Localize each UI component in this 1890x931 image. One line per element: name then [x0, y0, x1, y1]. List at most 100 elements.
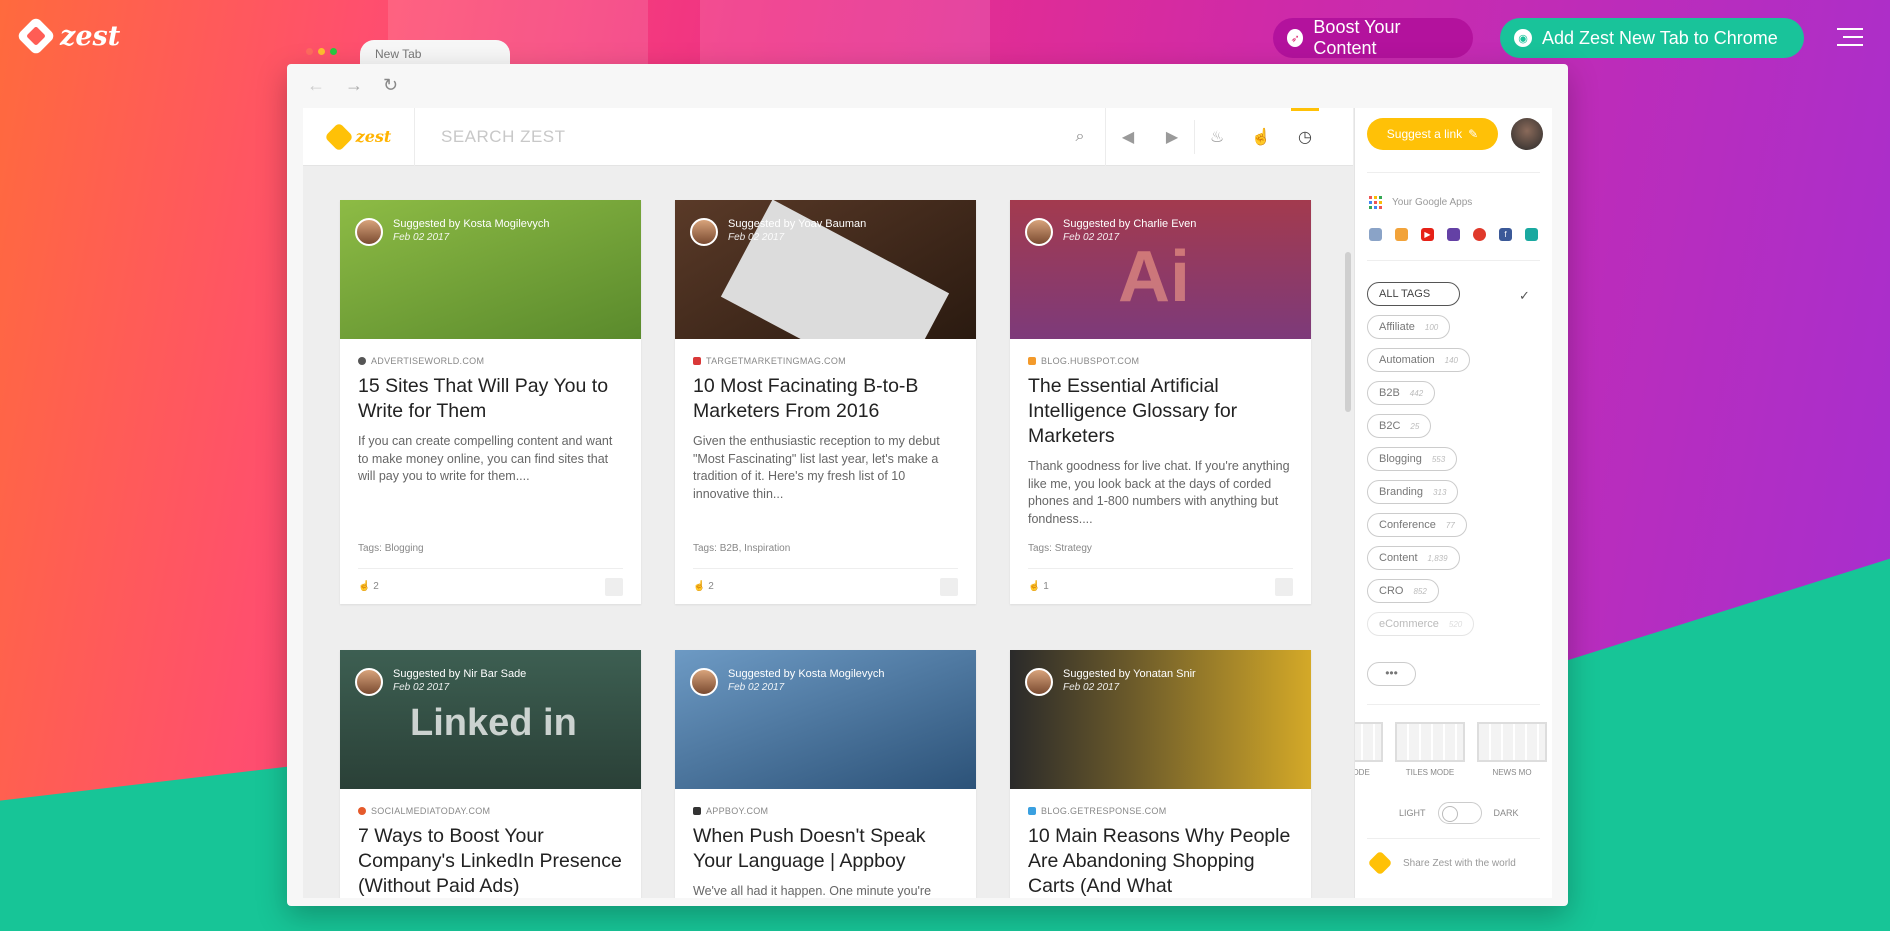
article-card[interactable]: Linked in Suggested by Nir Bar Sade Feb 0… — [340, 650, 641, 898]
boost-content-button[interactable]: ➶ Boost Your Content — [1273, 17, 1473, 58]
article-title[interactable]: 10 Most Facinating B-to-B Marketers From… — [693, 374, 958, 424]
reload-icon[interactable]: ↻ — [383, 75, 398, 96]
article-title[interactable]: 15 Sites That Will Pay You to Write for … — [358, 374, 623, 424]
tag-filter[interactable]: Affiliate 100 — [1367, 315, 1451, 339]
theme-switch: LIGHT DARK — [1399, 802, 1519, 824]
article-tags: Tags: Blogging — [358, 543, 424, 554]
pinterest-icon[interactable] — [1473, 228, 1486, 241]
article-source: ADVERTISEWORLD.COM — [371, 356, 485, 366]
clicks-hand-icon[interactable]: ☝ — [1239, 108, 1283, 166]
avatar — [355, 668, 383, 696]
play-icon[interactable]: ▶ — [1150, 108, 1194, 166]
browser-tab[interactable]: New Tab — [360, 40, 510, 66]
article-card[interactable]: Suggested by Yonatan Snir Feb 02 2017 BLO… — [1010, 650, 1311, 898]
more-tags-button[interactable]: ••• — [1367, 662, 1416, 686]
tag-filter[interactable]: Blogging 553 — [1367, 447, 1458, 471]
theme-toggle[interactable] — [1437, 802, 1482, 824]
facebook-icon[interactable]: f — [1499, 228, 1512, 241]
article-title[interactable]: When Push Doesn't Speak Your Language | … — [693, 824, 958, 874]
view-modes: ORE MODE TILES MODE NEWS MO — [1355, 722, 1547, 777]
suggest-link-button[interactable]: Suggest a link ✎ — [1367, 118, 1498, 150]
clicks-count: ☝ 2 — [358, 581, 379, 592]
app-logo-text: zest — [355, 127, 392, 146]
tag-filter[interactable]: Automation 140 — [1367, 348, 1471, 372]
app-shortcut-icon[interactable] — [1525, 228, 1538, 241]
user-avatar[interactable] — [1511, 118, 1543, 150]
suggest-link-label: Suggest a link — [1386, 127, 1463, 141]
theme-dark-label: DARK — [1493, 808, 1519, 818]
article-date: Feb 02 2017 — [728, 682, 785, 693]
app-shortcut-icon[interactable] — [1369, 228, 1382, 241]
article-image: Suggested by Yoav Bauman Feb 02 2017 — [675, 200, 976, 339]
background-decoration — [700, 0, 990, 64]
article-card[interactable]: Suggested by Kosta Mogilevych Feb 02 2017… — [675, 650, 976, 898]
article-source: BLOG.GETRESPONSE.COM — [1041, 806, 1167, 816]
avatar — [690, 218, 718, 246]
tag-link[interactable]: Blogging — [385, 543, 424, 554]
bookmark-icon[interactable] — [605, 578, 623, 596]
tag-filter[interactable]: B2C 25 — [1367, 414, 1432, 438]
share-zest[interactable]: Share Zest with the world — [1367, 850, 1516, 876]
tag-filter[interactable]: B2B 442 — [1367, 381, 1436, 405]
tag-link[interactable]: B2B, Inspiration — [720, 543, 791, 554]
article-tags: Tags: Strategy — [1028, 543, 1092, 554]
apps-grid-icon — [1369, 196, 1382, 209]
forward-arrow-icon[interactable]: → — [345, 75, 363, 96]
recent-clock-icon[interactable]: ◷ — [1283, 108, 1327, 166]
article-tags: Tags: B2B, Inspiration — [693, 543, 791, 554]
boost-content-label: Boost Your Content — [1313, 17, 1401, 58]
explore-mode-option[interactable]: ORE MODE — [1355, 722, 1383, 777]
app-topbar: zest SEARCH ZEST ⌕ ◀︎ ▶ ♨ ☝ ◷ — [303, 108, 1353, 166]
bookmark-icon[interactable] — [940, 578, 958, 596]
article-image: Ai Suggested by Charlie Even Feb 02 2017 — [1010, 200, 1311, 339]
article-image: Suggested by Yonatan Snir Feb 02 2017 — [1010, 650, 1311, 789]
zest-logo[interactable]: zest — [16, 16, 121, 56]
article-card[interactable]: Suggested by Kosta Mogilevych Feb 02 2017… — [340, 200, 641, 604]
articles-grid: Suggested by Kosta Mogilevych Feb 02 2017… — [340, 200, 1311, 898]
search-icon[interactable]: ⌕ — [1055, 128, 1105, 146]
youtube-icon[interactable]: ▶ — [1421, 228, 1434, 241]
article-card[interactable]: Suggested by Yoav Bauman Feb 02 2017 TARG… — [675, 200, 976, 604]
avatar — [355, 218, 383, 246]
tag-all[interactable]: ALL TAGS — [1367, 282, 1460, 306]
tag-filter[interactable]: Branding 313 — [1367, 480, 1459, 504]
suggested-by: Suggested by Yonatan Snir — [1063, 668, 1196, 680]
suggested-by: Suggested by Kosta Mogilevych — [728, 668, 885, 680]
news-mode-option[interactable]: NEWS MO — [1477, 722, 1547, 777]
search-input[interactable]: SEARCH ZEST — [415, 127, 1055, 147]
tag-filter[interactable]: Conference 77 — [1367, 513, 1467, 537]
tag-filter[interactable]: CRO 852 — [1367, 579, 1439, 603]
article-date: Feb 02 2017 — [728, 232, 785, 243]
view-filter-icons: ◀︎ ▶ ♨ ☝ ◷ — [1105, 108, 1327, 166]
search-placeholder: SEARCH ZEST — [441, 126, 566, 146]
theme-light-label: LIGHT — [1399, 808, 1426, 818]
article-title[interactable]: 10 Main Reasons Why People Are Abandonin… — [1028, 824, 1293, 898]
twitch-icon[interactable] — [1447, 228, 1460, 241]
app-shortcuts: ▶ f — [1369, 228, 1538, 241]
pencil-icon: ✎ — [1468, 127, 1479, 141]
tag-filter[interactable]: Content 1,839 — [1367, 546, 1460, 570]
article-card[interactable]: Ai Suggested by Charlie Even Feb 02 2017 … — [1010, 200, 1311, 604]
tag-filter[interactable]: eCommerce 520 — [1367, 612, 1475, 636]
bookmark-icon[interactable] — [1275, 578, 1293, 596]
tag-link[interactable]: Strategy — [1055, 543, 1092, 554]
announcement-icon[interactable]: ◀︎ — [1106, 108, 1150, 166]
linkedin-logo-text: Linked in — [410, 702, 577, 744]
menu-icon[interactable] — [1837, 28, 1863, 46]
back-arrow-icon[interactable]: ← — [307, 75, 325, 96]
clicks-count: ☝ 1 — [1028, 581, 1049, 592]
trending-fire-icon[interactable]: ♨ — [1195, 108, 1239, 166]
add-to-chrome-button[interactable]: ◉ Add Zest New Tab to Chrome — [1500, 18, 1804, 58]
article-source: APPBOY.COM — [706, 806, 769, 816]
app-shortcut-icon[interactable] — [1395, 228, 1408, 241]
article-excerpt: If you can create compelling content and… — [358, 434, 613, 483]
app-logo[interactable]: zest — [303, 108, 415, 166]
article-title[interactable]: 7 Ways to Boost Your Company's LinkedIn … — [358, 824, 623, 898]
browser-navbar: ← → ↻ — [287, 64, 1568, 106]
article-image: Suggested by Kosta Mogilevych Feb 02 2017 — [675, 650, 976, 789]
scrollbar[interactable] — [1345, 252, 1351, 412]
tiles-mode-option[interactable]: TILES MODE — [1395, 722, 1465, 777]
zest-logo-text: zest — [60, 20, 121, 52]
google-apps[interactable]: Your Google Apps — [1369, 196, 1472, 209]
article-title[interactable]: The Essential Artificial Intelligence Gl… — [1028, 374, 1293, 449]
